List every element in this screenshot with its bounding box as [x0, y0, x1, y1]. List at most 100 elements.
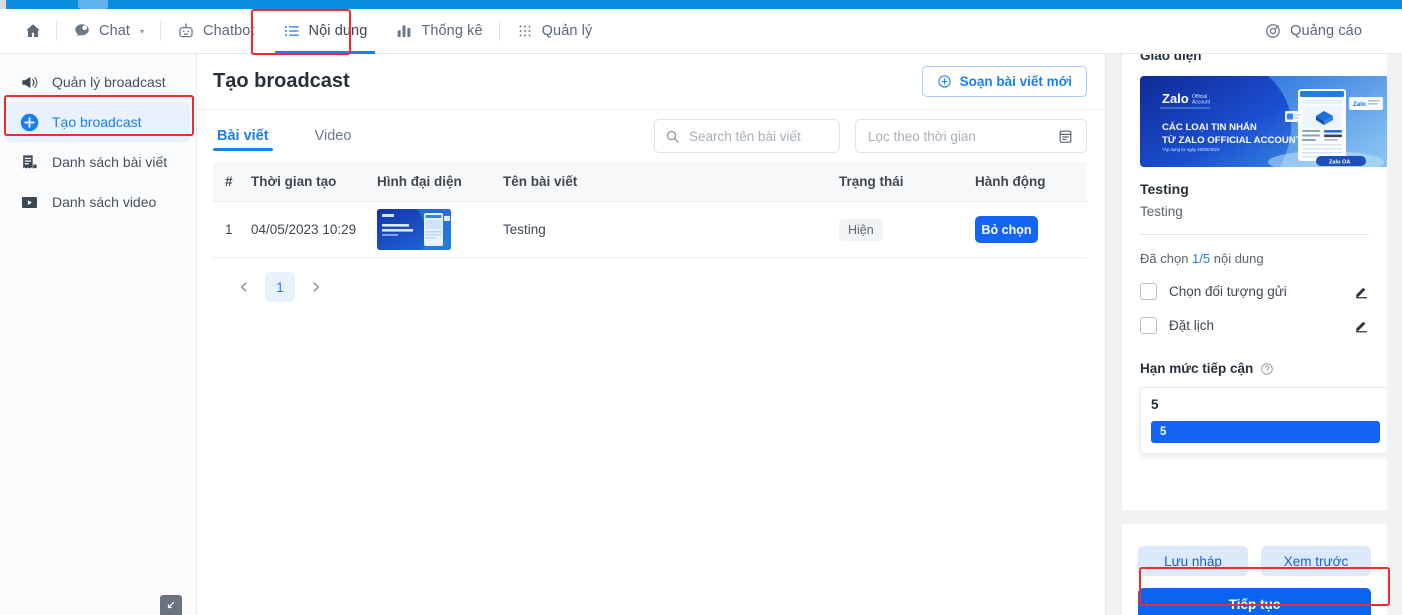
- nav-item-chatbot[interactable]: Chatbot: [163, 9, 269, 54]
- compose-button-label: Soạn bài viết mới: [959, 74, 1072, 89]
- col-status: Trạng thái: [839, 174, 904, 189]
- svg-text:Zalo: Zalo: [1353, 101, 1366, 108]
- receipt-icon: [18, 153, 40, 172]
- cell-post-name: Testing: [503, 222, 546, 237]
- search-box[interactable]: [654, 119, 840, 153]
- save-draft-button[interactable]: Lưu nháp: [1138, 546, 1248, 576]
- search-input[interactable]: [689, 128, 829, 144]
- left-sidebar: Quản lý broadcast Tạo broadcast Danh sác…: [0, 54, 197, 615]
- plus-circle-outline-icon: [937, 74, 952, 89]
- deselect-button[interactable]: Bỏ chọn: [975, 216, 1038, 243]
- home-icon: [24, 22, 42, 40]
- reach-limit-value: 5: [1151, 397, 1159, 412]
- filters-group: [654, 119, 1087, 153]
- list-icon: [283, 22, 301, 40]
- grid-dots-icon: [516, 22, 534, 40]
- nav-item-label: Quản lý: [541, 23, 593, 39]
- pagination-page-1[interactable]: 1: [265, 272, 295, 302]
- nav-item-quan-ly[interactable]: Quản lý: [502, 9, 607, 54]
- divider: [1140, 234, 1369, 235]
- svg-text:Account: Account: [1192, 100, 1211, 106]
- right-panel-section-title: Giao diện: [1140, 54, 1202, 63]
- post-banner-preview[interactable]: Zalo Official Account CÁC LOẠI TIN NHẮN …: [1140, 76, 1387, 167]
- chevron-right-icon[interactable]: [301, 272, 331, 302]
- table-row[interactable]: 1 04/05/2023 10:29 Testing Hiện Bỏ chọn: [213, 202, 1087, 258]
- svg-text:Zalo: Zalo: [1162, 91, 1189, 106]
- cell-status: Hiện: [839, 218, 975, 241]
- posts-table: # Thời gian tạo Hình đại diện Tên bài vi…: [213, 162, 1087, 302]
- selection-suffix: nội dung: [1210, 251, 1264, 266]
- sidebar-item-danh-sach-video[interactable]: Danh sách video: [6, 182, 190, 222]
- svg-text:CÁC LOẠI TIN NHẮN: CÁC LOẠI TIN NHẮN: [1162, 121, 1257, 133]
- cell-thumbnail: [377, 209, 503, 250]
- nav-home-button[interactable]: [18, 9, 54, 54]
- top-nav-right-group: Quảng cáo: [1250, 9, 1402, 54]
- tab-video[interactable]: Video: [311, 110, 356, 162]
- pencil-icon[interactable]: [1354, 318, 1369, 333]
- robot-icon: [177, 22, 195, 40]
- nav-item-quang-cao[interactable]: Quảng cáo: [1250, 9, 1376, 54]
- chevron-down-icon[interactable]: ▾: [140, 27, 144, 36]
- tab-label: Bài viết: [217, 128, 269, 144]
- date-filter-input[interactable]: [868, 128, 1057, 144]
- sidebar-item-quan-ly-broadcast[interactable]: Quản lý broadcast: [6, 62, 190, 102]
- tab-label: Video: [314, 128, 352, 144]
- reach-limit-option-5[interactable]: 5: [1151, 421, 1380, 443]
- col-name: Tên bài viết: [503, 174, 578, 189]
- date-filter-box[interactable]: [855, 119, 1087, 153]
- tab-bai-viet[interactable]: Bài viết: [213, 110, 273, 162]
- question-circle-icon[interactable]: [1260, 362, 1274, 376]
- nav-item-label: Chatbot: [203, 23, 255, 39]
- footer-secondary-buttons: Lưu nháp Xem trước: [1122, 524, 1387, 576]
- right-panel: Giao diện Zalo Official Account CÁC LOẠI…: [1105, 54, 1402, 615]
- target-icon: [1264, 22, 1282, 40]
- reach-limit-dropdown[interactable]: 5 5 >_<: [1140, 387, 1387, 454]
- svg-text:*Áp dụng từ ngày 20/06/2023: *Áp dụng từ ngày 20/06/2023: [1162, 147, 1220, 152]
- pencil-icon[interactable]: [1354, 284, 1369, 299]
- right-panel-post-title: Testing: [1140, 181, 1189, 197]
- cell-index: 1: [225, 222, 233, 237]
- top-nav-left-group: Chat ▾ Chatbot Nội dung Thống kê Quản lý: [0, 9, 606, 54]
- preview-button[interactable]: Xem trước: [1261, 546, 1371, 576]
- compose-new-post-button[interactable]: Soạn bài viết mới: [921, 66, 1087, 97]
- nav-item-chat[interactable]: Chat ▾: [59, 9, 158, 54]
- cell-action: Bỏ chọn: [975, 216, 1087, 243]
- page-title: Tạo broadcast: [213, 70, 350, 92]
- calendar-icon[interactable]: [1057, 128, 1074, 145]
- megaphone-icon: [18, 73, 40, 92]
- app-window: Chat ▾ Chatbot Nội dung Thống kê Quản lý…: [0, 0, 1402, 615]
- svg-text:Zalo OA: Zalo OA: [1329, 159, 1350, 165]
- nav-item-label: Chat: [99, 23, 131, 39]
- sidebar-item-danh-sach-bai-viet[interactable]: Danh sách bài viết: [6, 142, 190, 182]
- sidebar-collapse-button[interactable]: [160, 595, 182, 615]
- video-play-icon: [18, 193, 40, 212]
- checkbox-chon-doi-tuong-gui[interactable]: [1140, 283, 1157, 300]
- continue-button[interactable]: Tiếp tục: [1138, 588, 1371, 615]
- col-index: #: [225, 174, 233, 189]
- sidebar-item-label: Danh sách video: [52, 194, 157, 210]
- nav-divider: [160, 21, 162, 41]
- nav-divider: [498, 21, 500, 41]
- top-navigation-bar: Chat ▾ Chatbot Nội dung Thống kê Quản lý…: [0, 9, 1402, 54]
- checkbox-dat-lich[interactable]: [1140, 317, 1157, 334]
- sidebar-item-tao-broadcast[interactable]: Tạo broadcast: [6, 102, 190, 142]
- table-header-row: # Thời gian tạo Hình đại diện Tên bài vi…: [213, 162, 1087, 202]
- option-row-dat-lich: Đặt lịch: [1140, 317, 1369, 334]
- chevron-left-icon[interactable]: [229, 272, 259, 302]
- col-thumbnail: Hình đại diện: [377, 174, 462, 189]
- col-action: Hành động: [975, 174, 1046, 189]
- plus-circle-icon: [18, 112, 40, 133]
- post-thumbnail-image[interactable]: [377, 209, 451, 250]
- nav-item-noi-dung[interactable]: Nội dung: [269, 9, 382, 54]
- reach-limit-label: Hạn mức tiếp cận: [1140, 361, 1254, 376]
- selection-count-value: 1/5: [1192, 251, 1211, 266]
- pagination: 1: [213, 258, 1087, 302]
- option-label: Chọn đối tượng gửi: [1169, 284, 1287, 299]
- sidebar-item-label: Danh sách bài viết: [52, 154, 168, 170]
- option-label: Đặt lịch: [1169, 318, 1215, 333]
- nav-divider: [56, 21, 57, 41]
- main-content: Tạo broadcast Soạn bài viết mới Bài viết…: [197, 54, 1105, 615]
- nav-item-thong-ke[interactable]: Thống kê: [381, 9, 496, 54]
- nav-item-label: Thống kê: [421, 23, 483, 39]
- selection-count-text: Đã chọn 1/5 nội dung: [1140, 251, 1369, 266]
